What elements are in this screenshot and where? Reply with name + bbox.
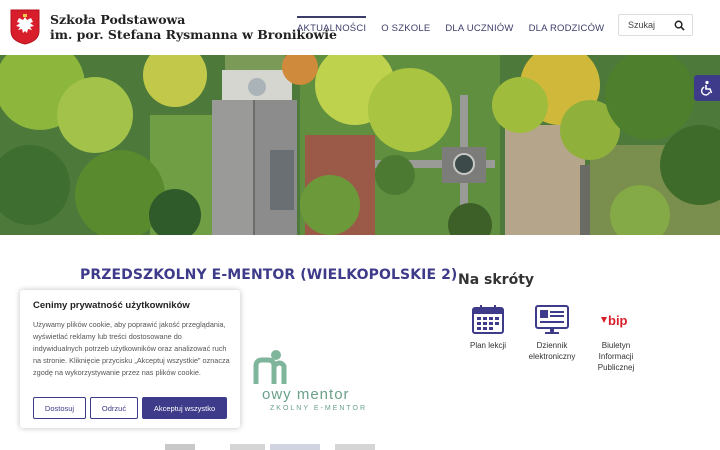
cookie-title: Cenimy prywatność użytkowników [33, 300, 190, 311]
polish-eagle-crest-logo[interactable] [10, 9, 40, 45]
nav-item-aktualnosci[interactable]: AKTUALNOŚCI [297, 0, 367, 55]
hero-aerial-photo [0, 55, 720, 235]
cookie-consent-dialog: Cenimy prywatność użytkowników Używamy p… [20, 290, 240, 428]
site-header: Szkoła Podstawowa im. por. Stefana Rysma… [0, 0, 720, 55]
shortcut-label[interactable]: Dziennik elektroniczny [521, 340, 583, 362]
reject-button[interactable]: Odrzuć [90, 397, 138, 419]
accept-all-button[interactable]: Akceptuj wszystko [142, 397, 227, 419]
accessibility-button[interactable] [694, 75, 720, 101]
school-name-line2[interactable]: im. por. Stefana Rysmanna w Bronikowie [50, 27, 337, 42]
shortcut-label[interactable]: Plan lekcji [457, 340, 519, 351]
cookie-text: Używamy plików cookie, aby poprawić jako… [33, 320, 230, 377]
calendar-icon [472, 305, 504, 334]
sidebar-title: Na skróty [458, 272, 535, 288]
article-title[interactable]: PRZEDSZKOLNY E-MENTOR (WIELKOPOLSKIE 2) [80, 267, 457, 283]
school-name[interactable]: Szkoła Podstawowa im. por. Stefana Rysma… [50, 12, 337, 42]
wheelchair-icon [700, 80, 713, 96]
main-nav: AKTUALNOŚCI O SZKOLE DLA UCZNIÓW DLA ROD… [297, 0, 619, 55]
eu-funding-logos [165, 444, 375, 450]
customize-button[interactable]: Dostosuj [33, 397, 86, 419]
shortcut-plan-lekcji[interactable]: Plan lekcji [457, 305, 519, 351]
nav-item-o-szkole[interactable]: O SZKOLE [381, 0, 430, 55]
nav-item-dla-rodzicow[interactable]: DLA RODZICÓW [529, 0, 605, 55]
search-input[interactable]: Szukaj [628, 20, 655, 30]
hero-image [0, 55, 720, 235]
search-icon[interactable] [674, 20, 685, 31]
mentor-logo-text: owy mentor [262, 386, 350, 403]
nav-item-dla-uczniow[interactable]: DLA UCZNIÓW [445, 0, 513, 55]
bip-logo-text: bip [608, 313, 628, 328]
search-box[interactable]: Szukaj [618, 14, 693, 36]
shortcut-bip[interactable]: bip Biuletyn Informacji Publicznej [585, 305, 647, 373]
shortcut-dziennik[interactable]: Dziennik elektroniczny [521, 305, 583, 362]
mentor-logo-subtext: ZKOLNY E-MENTOR [270, 405, 368, 412]
monitor-icon [535, 305, 569, 334]
school-name-line1[interactable]: Szkoła Podstawowa [50, 12, 337, 27]
shortcut-label[interactable]: Biuletyn Informacji Publicznej [585, 340, 647, 373]
bip-icon: bip [601, 313, 628, 328]
